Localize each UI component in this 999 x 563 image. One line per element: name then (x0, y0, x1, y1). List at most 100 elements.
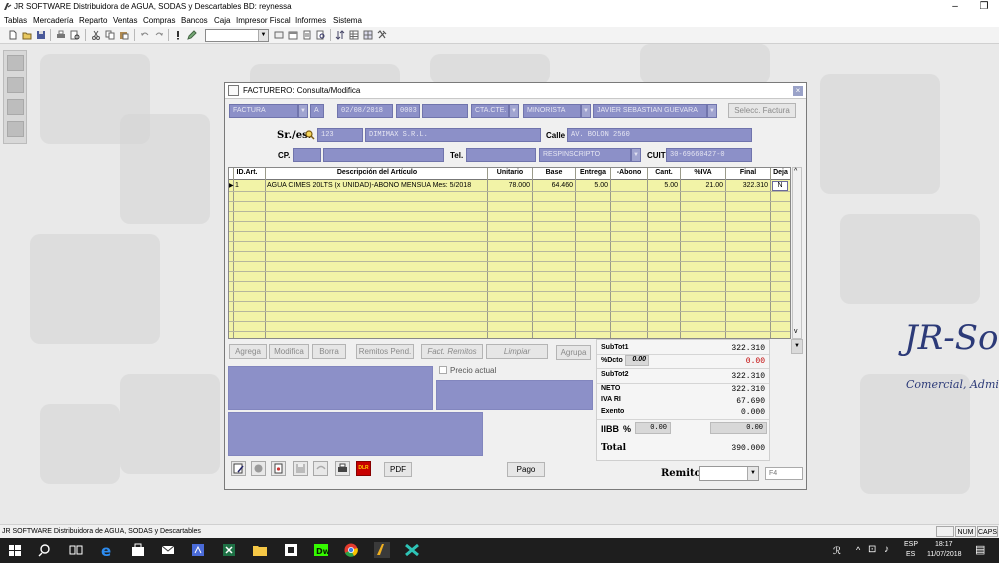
app-icon[interactable] (283, 542, 299, 558)
document-icon[interactable] (271, 461, 286, 476)
dreamweaver-icon[interactable]: Dw (313, 542, 329, 558)
chevron-down-icon[interactable]: ▼ (509, 104, 519, 118)
app-icon[interactable] (190, 542, 206, 558)
payment-condition-select[interactable]: CTA.CTE. (471, 104, 509, 118)
cell-final[interactable]: 322.310 (726, 182, 768, 191)
search-icon[interactable] (38, 542, 54, 558)
shortcut-1-icon[interactable] (7, 55, 24, 71)
menu-impresor-fiscal[interactable]: Impresor Fiscal (236, 16, 291, 25)
menu-reparto[interactable]: Reparto (79, 16, 107, 25)
undo-icon[interactable] (140, 30, 150, 40)
menu-sistema[interactable]: Sistema (333, 16, 362, 25)
iva-condition-select[interactable]: RESPINSCRIPTO (539, 148, 631, 162)
iibb-pct-field[interactable]: 0.00 (635, 422, 671, 434)
sort-icon[interactable] (335, 30, 345, 40)
street-field[interactable]: AV. BOLON 2560 (567, 128, 752, 142)
edge-browser-icon[interactable]: e (99, 542, 115, 558)
cell-unit-price[interactable]: 78.000 (488, 182, 530, 191)
tools-icon[interactable] (377, 30, 387, 40)
chrome-icon[interactable] (343, 542, 359, 558)
items-grid[interactable]: ID.Art. Descripción del Artículo Unitari… (228, 167, 791, 339)
info-panel[interactable] (436, 380, 593, 410)
edit-form-icon[interactable] (231, 461, 246, 476)
pending-remitos-button[interactable]: Remitos Pend. (356, 344, 414, 359)
restore-button[interactable]: ❐ (969, 0, 999, 14)
invoice-letter-field[interactable]: A (310, 104, 324, 118)
close-button[interactable]: × (793, 86, 803, 96)
discount-pct-field[interactable]: 0.00 (625, 355, 649, 366)
cut-icon[interactable] (91, 30, 101, 40)
chevron-up-icon[interactable]: ^ (856, 545, 860, 555)
language-code[interactable]: ESP (904, 541, 918, 548)
clear-button[interactable]: Limpiar (486, 344, 548, 359)
paste-icon[interactable] (119, 30, 129, 40)
cuit-field[interactable]: 30-69660427-0 (666, 148, 752, 162)
price-list-select[interactable]: MINORISTA (523, 104, 581, 118)
remitos-select[interactable]: ▼ (699, 466, 759, 481)
open-folder-icon[interactable] (22, 30, 32, 40)
delete-button[interactable]: Borra (312, 344, 346, 359)
col-header-final[interactable]: Final (726, 169, 770, 176)
invoice-date-field[interactable]: 02/08/2018 (337, 104, 393, 118)
menu-bancos[interactable]: Bancos (181, 16, 208, 25)
menu-caja[interactable]: Caja (214, 16, 230, 25)
menu-ventas[interactable]: Ventas (113, 16, 137, 25)
print-preview-icon[interactable] (70, 30, 80, 40)
print-icon[interactable] (56, 30, 66, 40)
add-button[interactable]: Agrega (229, 344, 267, 359)
tools-icon[interactable] (251, 461, 266, 476)
col-header-base[interactable]: Base (533, 169, 575, 176)
scroll-down-icon[interactable]: v (794, 328, 798, 335)
edit-pencil-icon[interactable] (187, 30, 197, 40)
file-explorer-icon[interactable] (252, 542, 268, 558)
menu-compras[interactable]: Compras (143, 16, 175, 25)
modify-button[interactable]: Modifica (269, 344, 309, 359)
undo-icon[interactable] (313, 461, 328, 476)
grid-icon[interactable] (363, 30, 373, 40)
seller-select[interactable]: JAVIER SEBASTIAN GUEVARA (593, 104, 707, 118)
search-icon[interactable] (305, 130, 315, 140)
f4-field[interactable]: F4 (765, 467, 803, 480)
document-search-icon[interactable] (316, 30, 326, 40)
col-header-id[interactable]: ID.Art. (233, 169, 261, 176)
invoice-remitos-button[interactable]: Fact. Remitos (421, 344, 483, 359)
chevron-down-icon[interactable]: ▼ (258, 30, 268, 41)
calendar-icon[interactable] (288, 30, 298, 40)
sale-point-field[interactable]: 0003 (396, 104, 420, 118)
client-name-field[interactable]: DIMIMAX S.R.L. (365, 128, 541, 142)
clock-time[interactable]: 18:17 (935, 541, 953, 548)
print-icon[interactable] (335, 461, 350, 476)
menu-informes[interactable]: Informes (295, 16, 326, 25)
minimize-button[interactable]: – (940, 0, 970, 14)
save-icon[interactable] (36, 30, 46, 40)
shortcut-3-icon[interactable] (7, 99, 24, 115)
chevron-down-icon[interactable]: ▼ (747, 467, 758, 480)
menu-tablas[interactable]: Tablas (4, 16, 27, 25)
new-icon[interactable] (8, 30, 18, 40)
cell-quantity[interactable]: 5.00 (648, 182, 678, 191)
phone-field[interactable] (466, 148, 536, 162)
col-header-iva-pct[interactable]: %IVA (681, 169, 725, 176)
user-icon[interactable]: ℛ (833, 546, 841, 557)
scroll-down-icon[interactable]: ▼ (791, 339, 803, 354)
locality-field[interactable] (323, 148, 444, 162)
table-icon[interactable] (349, 30, 359, 40)
jr-software-app-icon[interactable] (374, 542, 390, 558)
cell-iva-pct[interactable]: 21.00 (681, 182, 723, 191)
chevron-down-icon[interactable]: ▼ (707, 104, 717, 118)
shortcut-4-icon[interactable] (7, 121, 24, 137)
group-button[interactable]: Agrupa (556, 345, 591, 360)
chevron-down-icon[interactable]: ▼ (298, 104, 308, 118)
menu-mercaderia[interactable]: Mercadería (33, 16, 73, 25)
excel-icon[interactable] (221, 542, 237, 558)
save-icon[interactable] (293, 461, 308, 476)
cell-subscription[interactable] (611, 182, 645, 191)
form-icon[interactable] (274, 30, 284, 40)
clock-date[interactable]: 11/07/2018 (927, 551, 962, 558)
current-price-checkbox[interactable] (439, 366, 447, 374)
dlr-icon[interactable]: DLR (356, 461, 371, 476)
toolbar-combo[interactable]: ▼ (205, 29, 269, 42)
notifications-icon[interactable]: ▤ (975, 543, 985, 556)
exclamation-icon[interactable] (173, 30, 183, 40)
col-header-unit-price[interactable]: Unitario (488, 169, 532, 176)
